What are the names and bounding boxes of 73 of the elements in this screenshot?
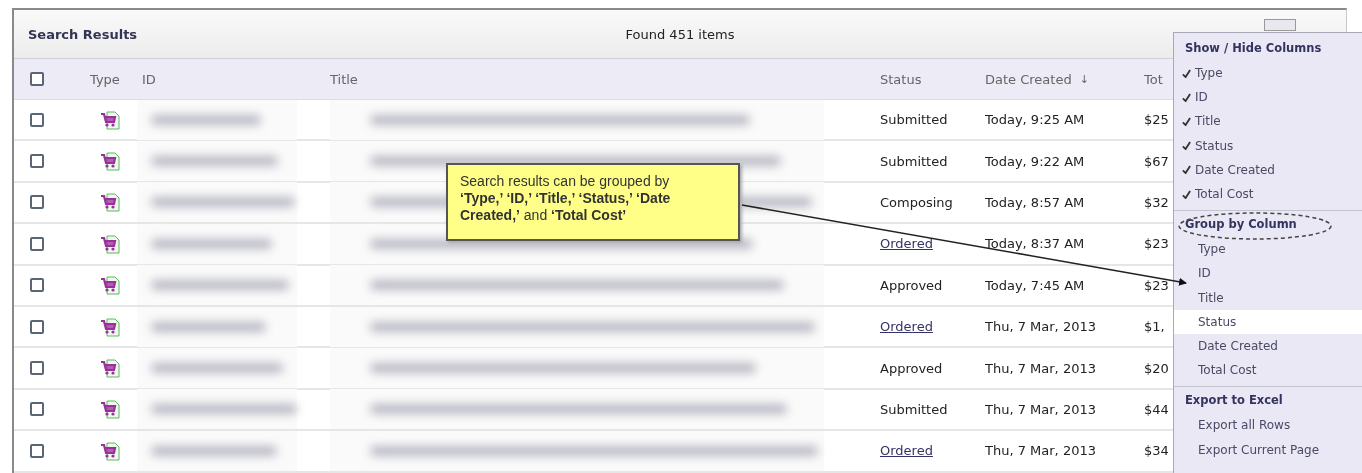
menu-item[interactable]: Date Created — [1174, 157, 1362, 182]
status-text: Submitted — [880, 401, 948, 417]
status-text: Composing — [880, 194, 953, 210]
cost-text: $23 — [1144, 277, 1169, 293]
cart-document-icon — [100, 399, 120, 420]
status-text: Submitted — [880, 153, 948, 169]
menu-item[interactable]: Total Cost — [1174, 181, 1362, 207]
cost-text: $44 — [1144, 401, 1169, 417]
cart-document-icon — [100, 192, 120, 213]
status-link[interactable]: Ordered — [880, 319, 933, 335]
cart-document-icon — [100, 440, 120, 461]
result-count: Found 451 items — [625, 26, 735, 42]
cost-text: $67 — [1144, 153, 1169, 169]
cart-document-icon — [100, 316, 120, 337]
checkbox[interactable] — [30, 361, 44, 376]
menu-item[interactable]: Type — [1174, 237, 1362, 262]
checkbox[interactable] — [30, 443, 44, 458]
checkbox[interactable] — [30, 195, 44, 210]
menu-item[interactable]: Export all Rows — [1174, 413, 1362, 438]
date-text: Today, 9:22 AM — [985, 153, 1085, 169]
checkbox[interactable] — [30, 154, 44, 169]
date-text: Today, 9:25 AM — [985, 112, 1085, 128]
cost-text: $23 — [1144, 236, 1169, 252]
column-header[interactable]: Date Created — [985, 71, 1072, 87]
cost-text: $1, — [1144, 319, 1165, 335]
status-link[interactable]: Ordered — [880, 443, 933, 459]
cost-text: $34 — [1144, 443, 1169, 459]
menu-item[interactable]: Status — [1174, 133, 1362, 158]
date-text: Today, 8:37 AM — [985, 236, 1085, 252]
menu-item[interactable]: ID — [1174, 85, 1362, 110]
date-text: Today, 8:57 AM — [985, 194, 1085, 210]
sort-indicator: ↓ — [1079, 72, 1089, 86]
menu-item[interactable]: Title — [1174, 109, 1362, 134]
date-text: Thu, 7 Mar, 2013 — [985, 443, 1096, 459]
cart-document-icon — [100, 151, 120, 172]
column-header[interactable]: ID — [142, 71, 156, 87]
date-text: Thu, 7 Mar, 2013 — [985, 319, 1096, 335]
checkbox[interactable] — [30, 319, 44, 334]
menu-item[interactable]: Total Cost — [1174, 358, 1362, 383]
menu-item[interactable]: Status — [1174, 309, 1362, 334]
cart-document-icon — [100, 275, 120, 296]
callout-note: Search results can be grouped by ‘Type,’ ‘ID,’ ‘Title,’ ‘Status,’ ‘Date Created,’ and ‘Total Cost’ — [446, 163, 740, 241]
date-text: Thu, 7 Mar, 2013 — [985, 360, 1096, 376]
checkbox[interactable] — [30, 402, 44, 417]
menu-heading: Show / Hide Columns — [1185, 41, 1322, 55]
status-text: Approved — [880, 360, 943, 376]
checkbox[interactable] — [30, 112, 44, 127]
menu-item[interactable]: Title — [1174, 285, 1362, 310]
column-header[interactable]: Status — [880, 71, 922, 87]
cost-text: $20 — [1144, 360, 1169, 376]
date-text: Today, 7:45 AM — [985, 277, 1085, 293]
cost-text: $25 — [1144, 112, 1169, 128]
column-header[interactable]: Tot — [1144, 71, 1163, 87]
column-header[interactable]: Type — [90, 71, 120, 87]
column-header[interactable]: Title — [330, 71, 358, 87]
menu-heading: Group by Column — [1185, 217, 1297, 232]
cart-document-icon — [100, 109, 120, 130]
cart-document-icon — [100, 233, 120, 254]
menu-item[interactable]: Date Created — [1174, 333, 1362, 359]
panel-title: Search Results — [28, 26, 139, 42]
cost-text: $32 — [1144, 194, 1169, 210]
menu-item[interactable]: ID — [1174, 261, 1362, 286]
cart-document-icon — [100, 358, 120, 379]
status-link[interactable]: Ordered — [880, 236, 933, 252]
checkbox[interactable] — [30, 236, 44, 251]
menu-heading: Export to Excel — [1185, 393, 1283, 408]
menu-item[interactable]: Export Current Page — [1174, 437, 1362, 462]
checkbox[interactable] — [30, 72, 44, 86]
status-text: Approved — [880, 277, 943, 293]
date-text: Thu, 7 Mar, 2013 — [985, 401, 1096, 417]
menu-item[interactable]: Type — [1174, 61, 1362, 86]
status-text: Submitted — [880, 112, 948, 128]
checkbox[interactable] — [30, 278, 44, 293]
